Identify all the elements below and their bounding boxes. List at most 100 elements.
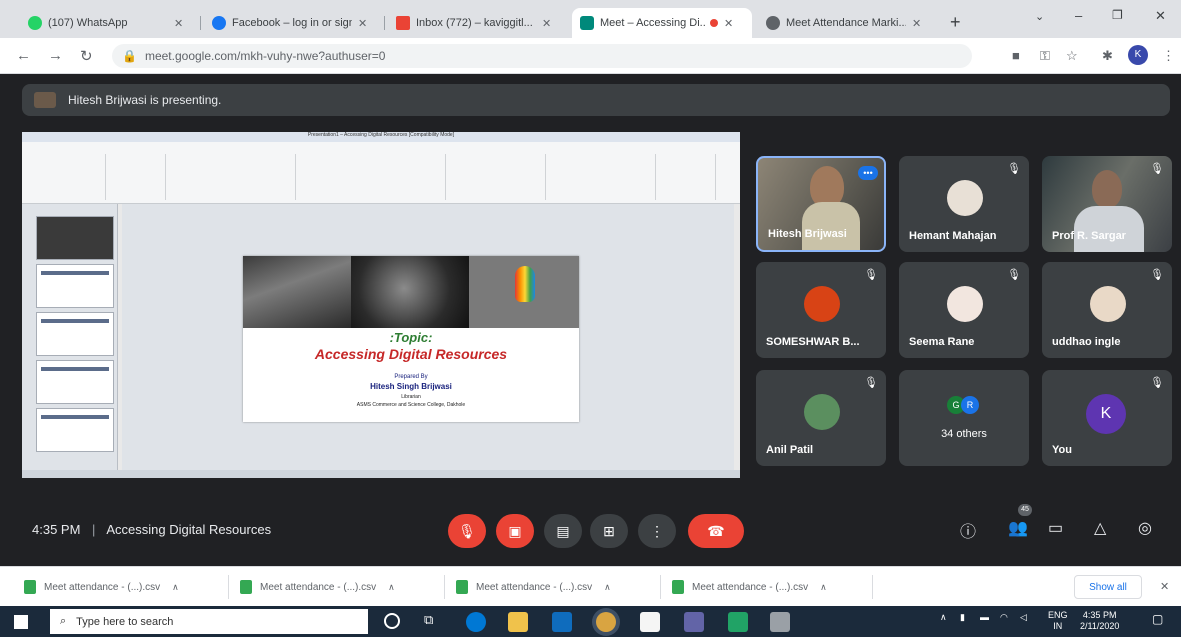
participant-tile[interactable]: ••• Hitesh Brijwasi <box>756 156 886 252</box>
profile-avatar[interactable]: K <box>1128 45 1148 65</box>
battery-icon[interactable]: ▬ <box>980 612 989 622</box>
activities-icon[interactable]: △ <box>1094 518 1106 538</box>
show-all-button[interactable]: Show all <box>1074 575 1142 599</box>
mic-muted-icon: 🎙 <box>1150 163 1164 175</box>
download-filename: Meet attendance - (...).csv <box>476 581 593 593</box>
others-tile[interactable]: G R 34 others <box>899 370 1029 466</box>
teams-icon[interactable] <box>684 612 704 632</box>
extension-icon <box>766 16 780 30</box>
ribbon-group <box>296 154 446 200</box>
wifi-icon[interactable]: ◠ <box>1000 612 1008 623</box>
url-input[interactable]: 🔒 meet.google.com/mkh-vuhy-nwe?authuser=… <box>112 44 972 68</box>
close-tab-icon[interactable]: ✕ <box>542 17 551 30</box>
download-item[interactable]: Meet attendance - (...).csv ∧ <box>240 577 395 597</box>
chat-icon[interactable]: ▭ <box>1048 518 1063 538</box>
key-icon[interactable]: ⚿ <box>1040 48 1050 64</box>
extensions-icon[interactable]: ✱ <box>1102 48 1113 64</box>
chevron-up-icon[interactable]: ∧ <box>172 582 179 593</box>
close-tab-icon[interactable]: ✕ <box>724 17 733 30</box>
address-toolbar: ← → ↻ 🔒 meet.google.com/mkh-vuhy-nwe?aut… <box>0 38 1181 74</box>
people-icon[interactable]: 👥 <box>1008 518 1028 538</box>
menu-kebab-icon[interactable]: ⋮ <box>1162 48 1175 64</box>
notifications-icon[interactable]: ▢ <box>1152 612 1163 626</box>
camera-toggle-button[interactable]: ▣ <box>496 514 534 548</box>
participant-tile[interactable]: 🎙 Seema Rane <box>899 262 1029 358</box>
tab-meet[interactable]: Meet – Accessing Di... ✕ <box>572 8 752 38</box>
taskbar-search[interactable]: ⌕ Type here to search <box>50 609 368 634</box>
tab-facebook[interactable]: Facebook – log in or sign up ✕ <box>204 8 380 38</box>
captions-button[interactable]: ▤ <box>544 514 582 548</box>
tab-search-icon[interactable]: ⌄ <box>1035 10 1044 23</box>
excel-icon[interactable] <box>728 612 748 632</box>
windows-taskbar: ⌕ Type here to search ⧉ ∧ ▮ ▬ ◠ ◁ ENG IN… <box>0 606 1181 637</box>
mic-muted-icon: 🎙 <box>864 269 878 281</box>
tab-attendance[interactable]: Meet Attendance Marki... ✕ <box>758 8 938 38</box>
minimize-icon[interactable]: – <box>1075 8 1082 23</box>
taskbar-search-placeholder: Type here to search <box>76 615 174 628</box>
camera-permission-icon[interactable]: ■ <box>1012 48 1020 63</box>
file-explorer-icon[interactable] <box>508 612 528 632</box>
browser-tab-strip: (107) WhatsApp ✕ Facebook – log in or si… <box>0 0 1181 38</box>
cortana-icon[interactable] <box>384 613 400 629</box>
slide-thumbnail <box>36 360 114 404</box>
leave-call-button[interactable]: ☎ <box>688 514 744 548</box>
region-code: IN <box>1053 621 1063 631</box>
back-icon[interactable]: ← <box>16 47 31 64</box>
reload-icon[interactable]: ↻ <box>80 47 93 65</box>
forward-icon[interactable]: → <box>48 47 63 64</box>
edge-icon[interactable] <box>466 612 486 632</box>
close-tab-icon[interactable]: ✕ <box>358 17 367 30</box>
close-tab-icon[interactable]: ✕ <box>912 17 921 30</box>
mail-icon[interactable] <box>552 612 572 632</box>
meeting-info: 4:35 PM | Accessing Digital Resources <box>32 522 271 537</box>
more-options-button[interactable]: ⋮ <box>638 514 676 548</box>
mic-toggle-button[interactable]: 🎙 <box>448 514 486 548</box>
bookmark-star-icon[interactable]: ☆ <box>1066 48 1078 64</box>
store-icon[interactable] <box>640 612 660 632</box>
close-tab-icon[interactable]: ✕ <box>174 17 183 30</box>
slide-topic: :Topic: <box>389 330 433 345</box>
host-controls-icon[interactable]: ◎ <box>1138 518 1152 538</box>
mic-muted-icon: 🎙 <box>864 377 878 389</box>
tab-title: Facebook – log in or sign up <box>232 17 352 29</box>
close-window-icon[interactable]: ✕ <box>1155 8 1166 24</box>
others-avatar: R <box>961 396 979 414</box>
present-button[interactable]: ⊞ <box>590 514 628 548</box>
tab-divider <box>200 16 201 30</box>
download-item[interactable]: Meet attendance - (...).csv ∧ <box>672 577 827 597</box>
participant-name: Hemant Mahajan <box>909 230 997 242</box>
download-item[interactable]: Meet attendance - (...).csv ∧ <box>24 577 179 597</box>
meeting-details-icon[interactable]: ⓘ <box>960 518 976 542</box>
close-downloads-icon[interactable]: ✕ <box>1160 580 1169 593</box>
download-filename: Meet attendance - (...).csv <box>44 581 161 593</box>
volume-icon[interactable]: ◁ <box>1020 612 1027 623</box>
tab-gmail[interactable]: Inbox (772) – kaviggitl... ✕ <box>388 8 564 38</box>
system-clock[interactable]: 4:35 PM 2/11/2020 <box>1080 610 1119 632</box>
mic-muted-icon: 🎙 <box>1150 377 1164 389</box>
tab-whatsapp[interactable]: (107) WhatsApp ✕ <box>20 8 196 38</box>
participant-tile[interactable]: 🎙 Prof R. Sargar <box>1042 156 1172 252</box>
maximize-icon[interactable]: ❐ <box>1112 8 1123 22</box>
paint-icon[interactable] <box>770 612 790 632</box>
language-indicator[interactable]: ENG IN <box>1048 610 1068 632</box>
meeting-title: Accessing Digital Resources <box>106 522 272 537</box>
csv-file-icon <box>672 580 684 594</box>
download-item[interactable]: Meet attendance - (...).csv ∧ <box>456 577 611 597</box>
network-icon[interactable]: ▮ <box>960 612 965 623</box>
self-tile[interactable]: 🎙 K You <box>1042 370 1172 466</box>
participant-tile[interactable]: 🎙 uddhao ingle <box>1042 262 1172 358</box>
chevron-up-icon[interactable]: ∧ <box>820 582 827 593</box>
ribbon-group <box>446 154 546 200</box>
slide-presenter: Hitesh Singh Brijwasi <box>370 382 452 391</box>
windows-start-icon[interactable] <box>14 615 28 629</box>
tray-chevron-icon[interactable]: ∧ <box>940 612 947 623</box>
chevron-up-icon[interactable]: ∧ <box>388 582 395 593</box>
chrome-icon[interactable] <box>596 612 616 632</box>
new-tab-button[interactable]: + <box>950 12 961 33</box>
task-view-icon[interactable]: ⧉ <box>424 612 433 628</box>
participant-tile[interactable]: 🎙 Anil Patil <box>756 370 886 466</box>
others-count: 34 others <box>941 428 987 440</box>
participant-tile[interactable]: 🎙 SOMESHWAR B... <box>756 262 886 358</box>
participant-tile[interactable]: 🎙 Hemant Mahajan <box>899 156 1029 252</box>
chevron-up-icon[interactable]: ∧ <box>604 582 611 593</box>
